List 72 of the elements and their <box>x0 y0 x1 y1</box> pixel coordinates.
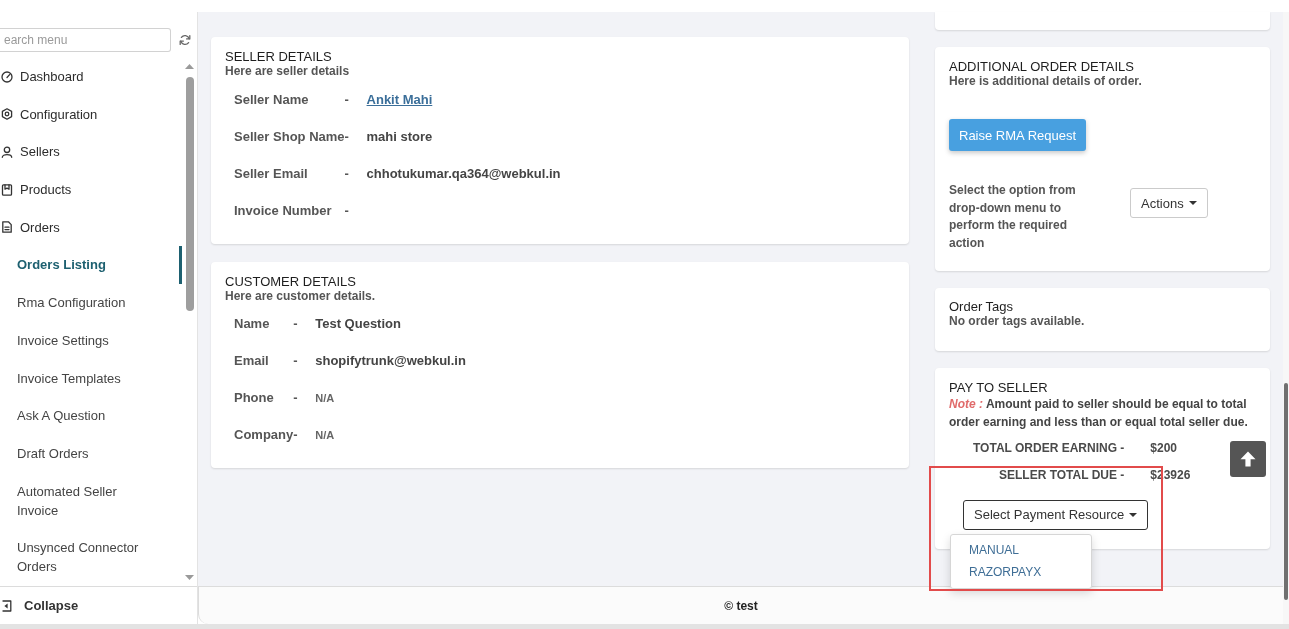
submenu-item[interactable]: Automated Seller Invoice <box>0 472 182 530</box>
submenu-item[interactable]: Invoice Settings <box>0 321 182 360</box>
gauge-icon <box>1 70 13 83</box>
field-label: Seller Name <box>234 91 309 107</box>
field-separator: - <box>344 202 349 218</box>
card-title: CUSTOMER DETAILS <box>225 273 357 289</box>
refresh-button[interactable] <box>179 34 191 46</box>
field-label: Seller Shop Name <box>234 128 345 144</box>
field-label: Phone <box>234 390 274 405</box>
field-value: Test Question <box>315 316 401 331</box>
card-title: Order Tags <box>949 298 1015 314</box>
total-label: SELLER TOTAL DUE - <box>999 467 1125 482</box>
field-separator: - <box>293 390 298 405</box>
submenu-item[interactable]: Draft Orders <box>0 434 182 473</box>
field-separator: - <box>344 91 349 107</box>
submenu-item[interactable]: Rma Configuration <box>0 284 182 322</box>
card-title: PAY TO SELLER <box>949 379 1049 395</box>
menu-item[interactable]: Products <box>0 171 182 209</box>
refresh-icon <box>179 34 191 46</box>
field-separator: - <box>344 128 349 144</box>
field-label: Seller Email <box>234 165 308 181</box>
dropdown-option[interactable]: RAZORPAYX <box>951 560 1091 583</box>
scrollbar-thumb[interactable] <box>1284 383 1288 600</box>
empty-message: No order tags available. <box>949 313 1086 329</box>
actions-button[interactable]: Actions <box>1130 188 1208 218</box>
actions-hint: Select the option from drop-down menu to perform the required action <box>949 182 1077 253</box>
person-icon <box>1 145 13 158</box>
field-label: Invoice Number <box>234 202 332 218</box>
field-value: mahi store <box>366 128 433 144</box>
field-value: N/A <box>315 429 335 441</box>
search-field[interactable]: earch menu <box>0 28 171 52</box>
note-text: Note : Amount paid to seller should be equal to total order earning and less than or equal total seller due. <box>949 395 1249 431</box>
dropdown-option[interactable]: MANUAL <box>951 538 1091 561</box>
field-label: Email <box>234 353 269 368</box>
card-subtitle: Here are customer details. <box>225 288 377 304</box>
scroll-down-icon <box>185 575 194 580</box>
scroll-top-button[interactable] <box>1230 441 1266 477</box>
submenu-item[interactable]: Orders Listing <box>0 246 182 285</box>
field-value: chhotukumar.qa364@webkul.in <box>366 165 561 181</box>
field-separator: - <box>293 353 298 368</box>
field-separator: - <box>293 427 298 442</box>
document-icon <box>1 221 13 234</box>
field-value: N/A <box>315 392 335 404</box>
menu-item[interactable]: Sellers <box>0 133 182 172</box>
field-value: shopifytrunk@webkul.in <box>315 353 466 368</box>
card-title: SELLER DETAILS <box>225 49 333 64</box>
arrow-up-icon <box>1240 451 1256 467</box>
menu-item[interactable]: Dashboard <box>0 58 182 96</box>
box-icon <box>1 183 13 196</box>
settings-icon <box>1 108 13 121</box>
arrow-box-icon <box>1 599 12 612</box>
card-title: ADDITIONAL ORDER DETAILS <box>949 59 1135 74</box>
card-subtitle: Here is additional details of order. <box>949 74 1143 89</box>
scroll-up-icon <box>185 64 194 69</box>
card-subtitle: Here are seller details <box>225 64 351 79</box>
caret-icon <box>1188 201 1197 205</box>
menu-item[interactable]: Configuration <box>0 95 182 134</box>
seller-link[interactable]: Ankit Mahi <box>366 91 433 107</box>
field-label: Name <box>234 316 270 331</box>
menu-item[interactable]: Orders <box>0 208 182 247</box>
copyright-text: © test <box>724 598 758 613</box>
total-label: TOTAL ORDER EARNING - <box>973 440 1125 455</box>
submenu-item[interactable]: Ask A Question <box>0 397 182 435</box>
field-separator: - <box>344 165 349 181</box>
field-separator: - <box>293 316 298 331</box>
scrollbar-thumb[interactable] <box>185 77 194 311</box>
caret-icon <box>1129 512 1138 517</box>
submenu-item[interactable]: Unsynced Connector Orders <box>0 529 182 586</box>
total-value: $200 <box>1150 440 1178 455</box>
submenu-item[interactable]: Invoice Templates <box>0 359 182 398</box>
field-label: Company <box>234 427 294 442</box>
payment-resource-dropdown[interactable]: Select Payment Resource <box>963 499 1149 530</box>
